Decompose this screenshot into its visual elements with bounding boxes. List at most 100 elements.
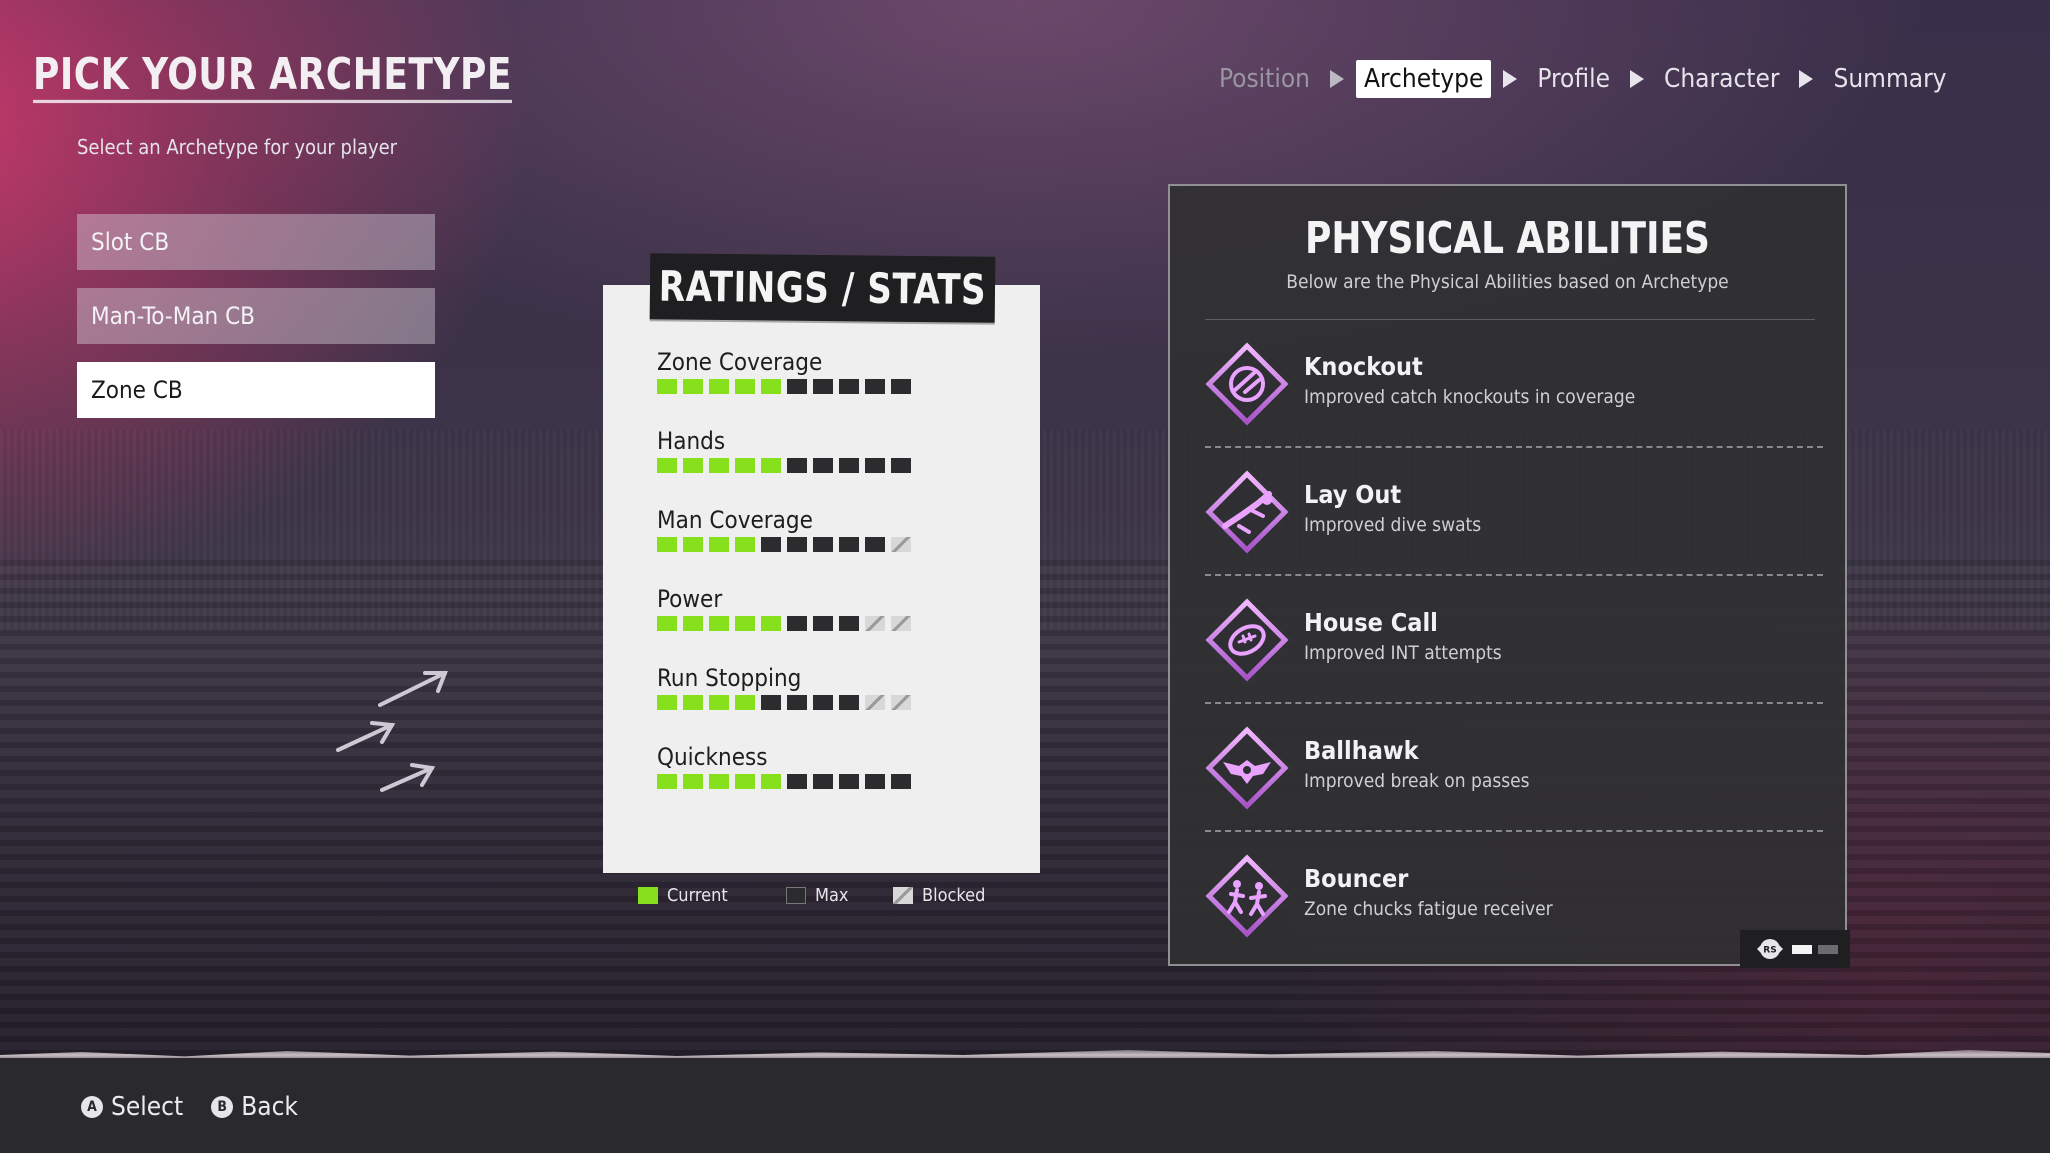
rating-pip-max xyxy=(761,537,781,552)
lay-out-icon xyxy=(1205,470,1289,554)
rating-pip-blocked xyxy=(891,537,911,552)
rating-pip-current xyxy=(657,458,677,473)
rating-pip-current xyxy=(657,537,677,552)
breadcrumb-archetype[interactable]: Archetype xyxy=(1355,60,1492,98)
rating-pip-blocked xyxy=(865,616,885,631)
archetype-option-man-to-man-cb[interactable]: Man-To-Man CB xyxy=(77,288,435,344)
rating-pip-current xyxy=(683,537,703,552)
ballhawk-icon xyxy=(1205,726,1289,810)
rating-pip-current xyxy=(735,458,755,473)
ability-ballhawk[interactable]: Ballhawk Improved break on passes xyxy=(1205,704,1823,832)
breadcrumb-arrow-icon xyxy=(1630,70,1644,88)
rating-pip-current xyxy=(683,458,703,473)
stat-bar xyxy=(657,458,957,473)
back-hint[interactable]: B Back xyxy=(211,1092,298,1122)
rating-pip-max xyxy=(839,616,859,631)
ability-description: Improved dive swats xyxy=(1304,514,1482,536)
right-stick-label: RS xyxy=(1763,946,1776,956)
stat-quickness: Quickness xyxy=(657,742,957,789)
archetype-list: Slot CB Man-To-Man CB Zone CB xyxy=(77,214,435,436)
rating-pip-max xyxy=(813,616,833,631)
bouncer-icon xyxy=(1205,854,1289,938)
ability-bouncer[interactable]: Bouncer Zone chucks fatigue receiver xyxy=(1205,832,1823,960)
rating-pip-max xyxy=(839,379,859,394)
breadcrumb-position[interactable]: Position xyxy=(1211,60,1318,98)
rating-pip-blocked xyxy=(891,616,911,631)
breadcrumb-character[interactable]: Character xyxy=(1656,60,1787,98)
rating-pip-current xyxy=(735,379,755,394)
page-subtitle: Select an Archetype for your player xyxy=(77,135,398,159)
ability-name: House Call xyxy=(1304,608,1438,637)
rating-pip-max xyxy=(813,695,833,710)
rating-pip-max xyxy=(787,379,807,394)
ability-name: Knockout xyxy=(1304,352,1423,381)
rating-pip-max xyxy=(839,774,859,789)
rating-pip-blocked xyxy=(865,695,885,710)
button-hints: A Select B Back xyxy=(81,1092,326,1122)
legend-current-swatch xyxy=(638,887,658,904)
ability-description: Improved break on passes xyxy=(1304,770,1530,792)
rating-pip-max xyxy=(787,695,807,710)
ability-description: Improved INT attempts xyxy=(1304,642,1502,664)
page-dot-active xyxy=(1792,944,1812,954)
rating-pip-max xyxy=(891,774,911,789)
breadcrumb-arrow-icon xyxy=(1329,70,1344,88)
stat-bar xyxy=(657,537,957,552)
rating-pip-current xyxy=(735,616,755,631)
rating-pip-max xyxy=(839,695,859,710)
stat-label: Zone Coverage xyxy=(657,348,823,376)
archetype-option-slot-cb[interactable]: Slot CB xyxy=(77,214,435,270)
ratings-title: RATINGS / STATS xyxy=(658,262,987,314)
stat-man-coverage: Man Coverage xyxy=(657,505,957,552)
breadcrumb-summary[interactable]: Summary xyxy=(1825,60,1954,98)
ability-knockout[interactable]: Knockout Improved catch knockouts in cov… xyxy=(1205,320,1823,448)
breadcrumb-profile[interactable]: Profile xyxy=(1529,60,1618,98)
rating-pip-current xyxy=(657,379,677,394)
legend-max-label: Max xyxy=(815,885,849,906)
rating-pip-current xyxy=(709,695,729,710)
b-button-icon: B xyxy=(211,1096,234,1118)
back-hint-label: Back xyxy=(241,1092,298,1122)
rating-pip-max xyxy=(865,774,885,789)
rating-pip-current xyxy=(709,616,729,631)
legend-blocked: Blocked xyxy=(893,885,985,906)
a-button-icon: A xyxy=(81,1096,103,1118)
rating-pip-current xyxy=(735,537,755,552)
legend-current: Current xyxy=(638,885,728,906)
rating-pip-current xyxy=(683,774,703,789)
ability-page-indicator[interactable]: RS xyxy=(1740,930,1850,968)
ability-name: Ballhawk xyxy=(1304,736,1419,765)
rating-pip-blocked xyxy=(891,695,911,710)
rating-pip-max xyxy=(787,616,807,631)
physical-abilities-panel: PHYSICAL ABILITIES Below are the Physica… xyxy=(1168,184,1847,966)
rating-pip-current xyxy=(683,695,703,710)
rating-pip-current xyxy=(735,774,755,789)
archetype-option-zone-cb[interactable]: Zone CB xyxy=(77,362,435,418)
rating-pip-current xyxy=(761,616,781,631)
stat-hands: Hands xyxy=(657,426,957,473)
rating-pip-max xyxy=(865,458,885,473)
ability-lay-out[interactable]: Lay Out Improved dive swats xyxy=(1205,448,1823,576)
ratings-title-tab: RATINGS / STATS xyxy=(649,253,996,323)
legend-blocked-label: Blocked xyxy=(922,885,986,906)
stat-run-stopping: Run Stopping xyxy=(657,663,957,710)
right-stick-icon: RS xyxy=(1757,939,1783,959)
rating-pip-max xyxy=(891,379,911,394)
rating-pip-current xyxy=(683,379,703,394)
rating-pip-current xyxy=(709,537,729,552)
rating-pip-max xyxy=(839,458,859,473)
ability-house-call[interactable]: House Call Improved INT attempts xyxy=(1205,576,1823,704)
rating-pip-current xyxy=(657,616,677,631)
rating-pip-current xyxy=(709,379,729,394)
rating-pip-current xyxy=(683,616,703,631)
rating-pip-max xyxy=(761,695,781,710)
knockout-icon xyxy=(1205,342,1289,426)
rating-pip-current xyxy=(709,774,729,789)
rating-pip-max xyxy=(787,537,807,552)
physical-abilities-subtitle: Below are the Physical Abilities based o… xyxy=(1286,271,1729,293)
stat-bar xyxy=(657,695,957,710)
stat-power: Power xyxy=(657,584,957,631)
rating-pip-current xyxy=(657,774,677,789)
rating-pip-max xyxy=(813,458,833,473)
select-hint[interactable]: A Select xyxy=(81,1092,183,1122)
